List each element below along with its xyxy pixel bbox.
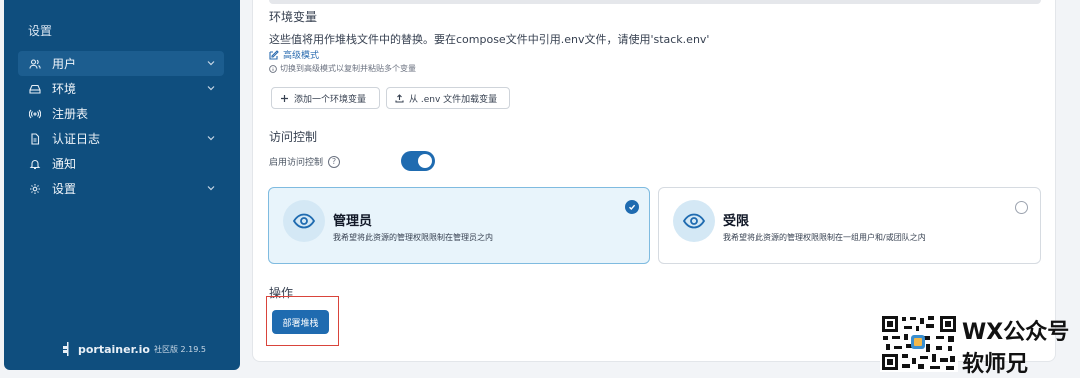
watermark-line1: WX公众号 xyxy=(962,320,1070,345)
chevron-down-icon xyxy=(207,186,215,191)
sidebar-item-label: 注册表 xyxy=(52,107,89,121)
upload-icon xyxy=(395,93,404,103)
chevron-down-icon xyxy=(207,136,215,141)
info-icon xyxy=(269,64,277,73)
sidebar-section-title: 设置 xyxy=(28,24,53,38)
access-option-administrators[interactable]: 管理员 我希望将此资源的管理权限限制在管理员之内 xyxy=(268,187,650,264)
sidebar-item-label: 通知 xyxy=(52,157,77,171)
sidebar-item-label: 设置 xyxy=(52,182,77,196)
edit-icon xyxy=(269,49,279,60)
qr-code-icon xyxy=(880,314,958,372)
advanced-mode-link[interactable]: 高级模式 xyxy=(269,48,319,61)
watermark-line2: 软师兄 xyxy=(962,352,1029,377)
add-env-variable-button[interactable]: 添加一个环境变量 xyxy=(271,87,380,109)
sidebar-item-registries[interactable]: 注册表 xyxy=(18,101,224,126)
access-option-restricted[interactable]: 受限 我希望将此资源的管理权限限制在一组用户和/或团队之内 xyxy=(658,187,1041,264)
access-control-toggle[interactable] xyxy=(401,151,435,171)
sidebar-item-label: 认证日志 xyxy=(52,132,101,146)
bell-icon xyxy=(28,157,42,171)
gear-icon xyxy=(28,182,42,196)
eye-icon xyxy=(283,200,325,242)
load-env-file-button[interactable]: 从 .env 文件加载变量 xyxy=(386,87,510,109)
deploy-stack-button[interactable]: 部署堆栈 xyxy=(272,310,329,334)
hint-text: 切换到高级模式以复制并粘贴多个变量 xyxy=(280,64,416,73)
watermark: WX公众号 软师兄 xyxy=(878,312,1080,377)
advanced-mode-label: 高级模式 xyxy=(283,51,320,61)
file-icon xyxy=(28,132,42,146)
brand-edition: 社区版 2.19.5 xyxy=(153,344,206,354)
radio-button[interactable] xyxy=(1015,201,1028,214)
sidebar-item-environments[interactable]: 环境 xyxy=(18,76,224,101)
plus-icon xyxy=(281,94,288,102)
brand-name: portainer.io xyxy=(78,342,150,356)
previous-section-divider xyxy=(269,0,1041,4)
help-icon[interactable]: ? xyxy=(328,155,341,168)
sidebar: 设置 用户 环境 注册表 认证日志 通知 设置 portainer.io 社区版… xyxy=(4,0,240,370)
broadcast-icon xyxy=(28,107,42,121)
eye-icon xyxy=(673,200,715,242)
add-env-variable-label: 添加一个环境变量 xyxy=(294,94,367,105)
env-section-title: 环境变量 xyxy=(269,10,318,24)
sidebar-item-label: 环境 xyxy=(52,82,77,96)
drive-icon xyxy=(28,82,42,96)
env-description: 这些值将用作堆栈文件中的替换。要在compose文件中引用.env文件，请使用'… xyxy=(269,33,710,46)
sidebar-nav: 用户 环境 注册表 认证日志 通知 设置 xyxy=(18,51,224,201)
toggle-knob xyxy=(418,154,432,168)
check-icon xyxy=(625,200,639,214)
sidebar-item-notifications[interactable]: 通知 xyxy=(18,151,224,176)
users-icon xyxy=(28,57,42,71)
option-title: 受限 xyxy=(723,214,750,229)
option-subtitle: 我希望将此资源的管理权限限制在管理员之内 xyxy=(333,233,493,242)
portainer-brand: portainer.io 社区版 2.19.5 xyxy=(62,342,206,356)
access-control-title: 访问控制 xyxy=(269,130,318,144)
sidebar-item-settings[interactable]: 设置 xyxy=(18,176,224,201)
portainer-logo-icon xyxy=(63,342,69,356)
chevron-down-icon xyxy=(207,86,215,91)
toggle-label-text: 启用访问控制 xyxy=(269,158,324,168)
stack-form-panel: 环境变量 这些值将用作堆栈文件中的替换。要在compose文件中引用.env文件… xyxy=(252,0,1056,362)
sidebar-item-label: 用户 xyxy=(52,57,77,71)
option-subtitle: 我希望将此资源的管理权限限制在一组用户和/或团队之内 xyxy=(723,233,926,242)
sidebar-item-auth-logs[interactable]: 认证日志 xyxy=(18,126,224,151)
advanced-mode-hint: 切换到高级模式以复制并粘贴多个变量 xyxy=(269,63,416,74)
option-title: 管理员 xyxy=(333,214,373,229)
chevron-down-icon xyxy=(207,61,215,66)
load-env-file-label: 从 .env 文件加载变量 xyxy=(409,94,498,105)
access-control-toggle-label: 启用访问控制 ? xyxy=(269,155,341,168)
sidebar-item-users[interactable]: 用户 xyxy=(18,51,224,76)
